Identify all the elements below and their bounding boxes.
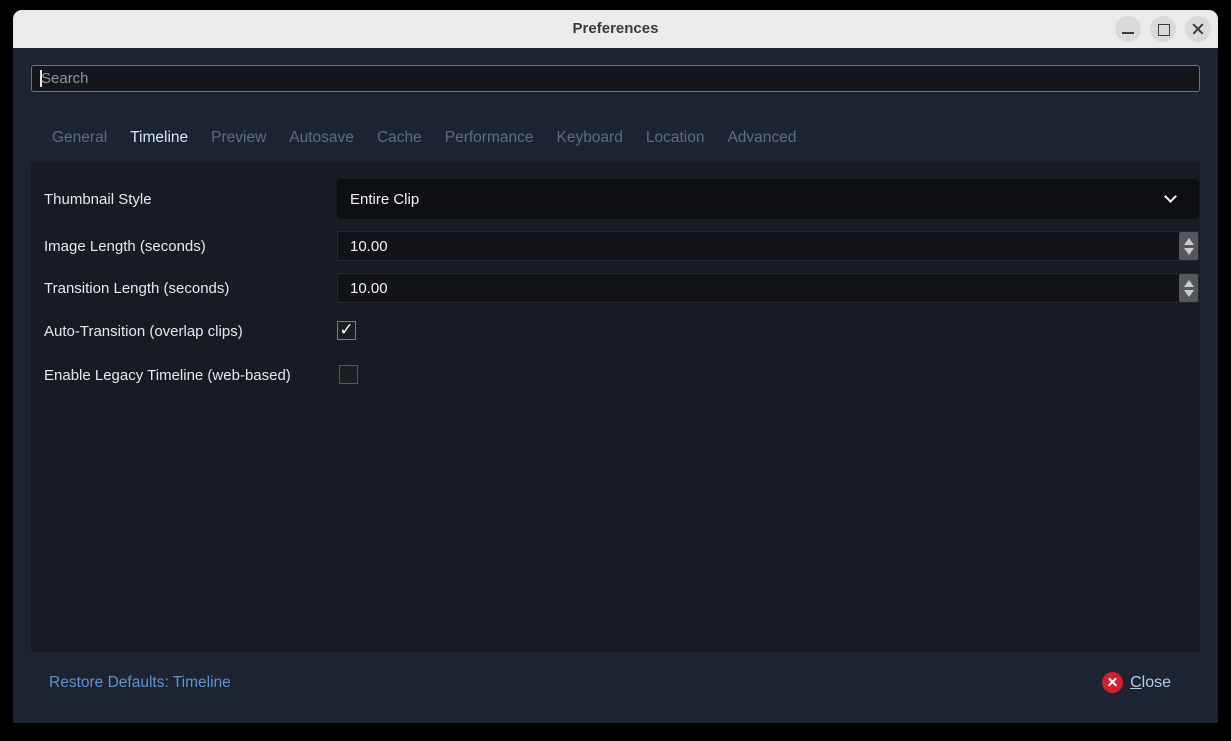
spin-up-icon[interactable] — [1184, 238, 1194, 245]
transition-length-spinner-buttons[interactable] — [1179, 274, 1198, 302]
tab-keyboard[interactable]: Keyboard — [556, 129, 622, 147]
close-x-icon — [1102, 672, 1123, 693]
chevron-down-icon — [1164, 190, 1177, 203]
image-length-spinner-buttons[interactable] — [1179, 232, 1198, 260]
titlebar[interactable]: Preferences — [13, 10, 1218, 48]
tab-advanced[interactable]: Advanced — [727, 129, 796, 147]
spinbox-value: 10.00 — [350, 232, 388, 260]
spin-down-icon[interactable] — [1184, 290, 1194, 297]
spin-up-icon[interactable] — [1184, 280, 1194, 287]
legacy-timeline-checkbox[interactable]: ✓ — [339, 365, 358, 384]
close-window-icon[interactable] — [1185, 16, 1211, 42]
spin-down-icon[interactable] — [1184, 248, 1194, 255]
legacy-timeline-label: Enable Legacy Timeline (web-based) — [44, 365, 291, 386]
auto-transition-checkbox[interactable]: ✓ — [337, 321, 356, 340]
pref-row-thumbnail-style: Thumbnail Style Entire Clip — [44, 179, 1186, 219]
thumbnail-style-label: Thumbnail Style — [44, 179, 152, 219]
transition-length-input[interactable]: 10.00 — [337, 273, 1199, 303]
image-length-input[interactable]: 10.00 — [337, 231, 1199, 261]
tab-autosave[interactable]: Autosave — [289, 129, 354, 147]
tab-performance[interactable]: Performance — [445, 129, 534, 147]
dropdown-selected-value: Entire Clip — [350, 179, 419, 219]
tab-timeline[interactable]: Timeline — [130, 129, 188, 147]
window-controls — [1115, 16, 1211, 42]
tab-cache[interactable]: Cache — [377, 129, 422, 147]
pref-row-auto-transition: Auto-Transition (overlap clips) ✓ — [44, 321, 1186, 342]
thumbnail-style-dropdown[interactable]: Entire Clip — [337, 179, 1199, 219]
timeline-settings-panel: Thumbnail Style Entire Clip Image Length… — [31, 162, 1200, 652]
search-field-container — [31, 65, 1200, 92]
pref-row-legacy-timeline: Enable Legacy Timeline (web-based) ✓ — [44, 365, 1186, 386]
pref-row-image-length: Image Length (seconds) 10.00 — [44, 231, 1186, 261]
close-button[interactable]: Close — [1102, 672, 1171, 693]
close-button-label: Close — [1130, 674, 1171, 692]
preferences-dialog: Preferences General Timeline Preview Aut… — [13, 10, 1218, 723]
auto-transition-label: Auto-Transition (overlap clips) — [44, 321, 243, 342]
checkmark-icon: ✓ — [339, 321, 353, 338]
tab-preview[interactable]: Preview — [211, 129, 266, 147]
window-title: Preferences — [13, 10, 1218, 48]
tab-location[interactable]: Location — [646, 129, 705, 147]
spinbox-value: 10.00 — [350, 274, 388, 302]
pref-row-transition-length: Transition Length (seconds) 10.00 — [44, 273, 1186, 303]
tab-bar: General Timeline Preview Autosave Cache … — [52, 123, 796, 153]
restore-defaults-link[interactable]: Restore Defaults: Timeline — [49, 674, 231, 692]
image-length-label: Image Length (seconds) — [44, 231, 206, 261]
minimize-icon[interactable] — [1115, 16, 1141, 42]
tab-general[interactable]: General — [52, 129, 107, 147]
maximize-icon[interactable] — [1150, 16, 1176, 42]
transition-length-label: Transition Length (seconds) — [44, 273, 229, 303]
search-input[interactable] — [31, 65, 1200, 92]
